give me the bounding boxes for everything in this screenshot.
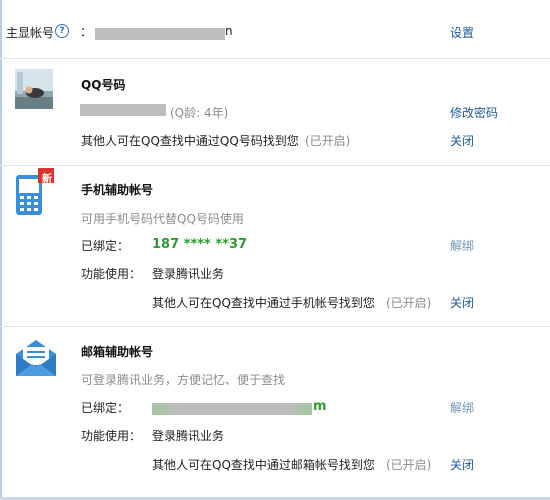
divider <box>0 326 550 327</box>
phone-function-label: 功能使用： <box>81 267 142 281</box>
question-circle-icon[interactable]: ? <box>55 24 69 38</box>
divider <box>0 58 550 59</box>
email-redacted <box>152 403 312 415</box>
email-close-link[interactable]: 关闭 <box>450 456 474 473</box>
change-password-link[interactable]: 修改密码 <box>450 104 498 121</box>
left-border <box>0 0 2 500</box>
phone-bound-label: 已绑定： <box>81 239 130 253</box>
phone-findable-text: 其他人可在QQ查找中通过手机帐号找到您 <box>152 296 375 310</box>
phone-section-subtitle: 可用手机号码代替QQ号码使用 <box>81 212 244 226</box>
phone-bound-value: 187 **** **37 <box>152 237 248 252</box>
email-bound-value-tail: m <box>313 399 327 414</box>
envelope-icon <box>14 338 58 378</box>
phone-findable-status: (已开启) <box>386 296 432 310</box>
email-function-label: 功能使用： <box>81 429 142 443</box>
email-bound-label: 已绑定： <box>81 401 130 415</box>
email-section-title: 邮箱辅助帐号 <box>81 345 154 359</box>
email-findable-status: (已开启) <box>386 458 432 472</box>
main-account-tail: n <box>225 24 233 38</box>
qq-number-redacted <box>80 104 166 116</box>
email-findable-text: 其他人可在QQ查找中通过邮箱帐号找到您 <box>152 458 375 472</box>
main-account-separator: ： <box>80 25 93 39</box>
email-function-value: 登录腾讯业务 <box>152 429 225 443</box>
qq-age: (Q龄: 4年) <box>170 106 229 120</box>
qq-findable-status: (已开启) <box>305 134 351 148</box>
email-unbind-link[interactable]: 解绑 <box>450 399 474 416</box>
phone-function-value: 登录腾讯业务 <box>152 267 225 281</box>
qq-findable-text: 其他人可在QQ查找中通过QQ号码找到您 <box>81 134 299 148</box>
main-account-redacted <box>95 28 225 40</box>
phone-unbind-link[interactable]: 解绑 <box>450 237 474 254</box>
phone-section-title: 手机辅助帐号 <box>81 183 154 197</box>
qq-section-title: QQ号码 <box>81 78 126 92</box>
qq-close-link[interactable]: 关闭 <box>450 132 474 149</box>
settings-link[interactable]: 设置 <box>450 24 474 41</box>
new-badge: 新 <box>42 174 52 185</box>
main-account-label: 主显帐号 <box>6 26 55 40</box>
phone-close-link[interactable]: 关闭 <box>450 294 474 311</box>
user-avatar <box>15 69 53 109</box>
email-section-subtitle: 可登录腾讯业务，方便记忆、便于查找 <box>81 373 286 387</box>
divider <box>0 165 550 166</box>
